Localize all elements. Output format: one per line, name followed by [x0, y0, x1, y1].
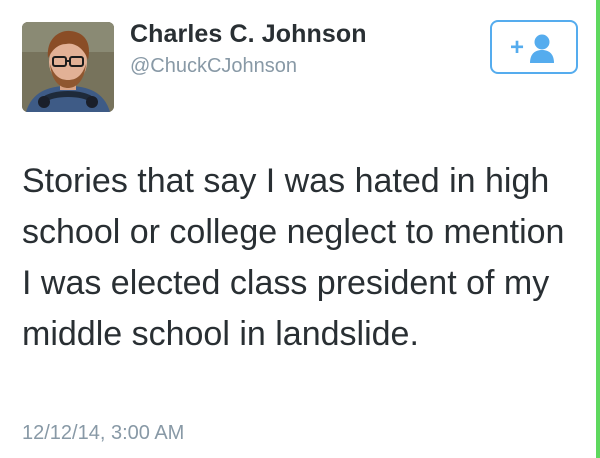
display-name[interactable]: Charles C. Johnson — [130, 20, 367, 49]
tweet-timestamp[interactable]: 12/12/14, 3:00 AM — [22, 422, 184, 445]
window-edge — [596, 0, 600, 458]
avatar[interactable] — [22, 22, 114, 112]
add-user-icon: + — [510, 34, 554, 63]
svg-text:+: + — [510, 34, 524, 61]
user-handle[interactable]: @ChuckCJohnson — [130, 55, 297, 78]
follow-button[interactable]: + — [490, 20, 578, 74]
tweet-text: Stories that say I was hated in high sch… — [22, 162, 565, 353]
avatar-photo — [22, 22, 114, 112]
tweet-card: Charles C. Johnson @ChuckCJohnson + Stor… — [0, 0, 596, 458]
